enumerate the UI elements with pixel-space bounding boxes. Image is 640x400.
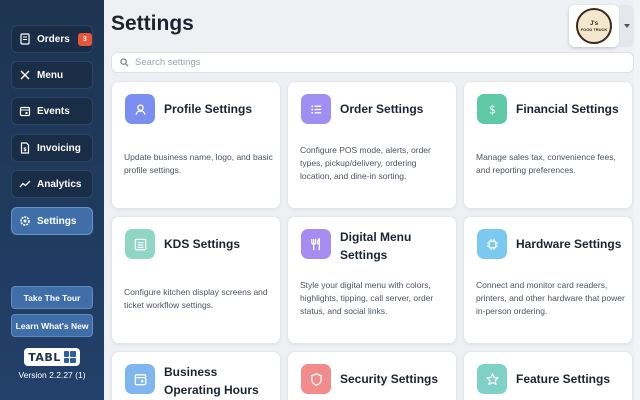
utensils-icon	[19, 69, 31, 81]
card-title: KDS Settings	[164, 237, 241, 251]
orders-badge: 3	[77, 32, 92, 46]
shield-icon	[301, 364, 331, 394]
sidebar-item-label: Events	[37, 105, 70, 117]
sidebar-item-orders[interactable]: Orders 3	[11, 25, 93, 53]
dollar-icon: $	[477, 94, 507, 124]
sidebar-item-label: Orders	[37, 33, 70, 45]
card-title: Financial Settings	[516, 102, 619, 116]
sidebar-item-settings[interactable]: Settings	[11, 207, 93, 235]
settings-card-financial[interactable]: $ Financial Settings Manage sales tax, c…	[463, 81, 633, 209]
sidebar-item-label: Menu	[37, 69, 64, 81]
search-bar	[111, 52, 634, 73]
sidebar-item-invoicing[interactable]: $ Invoicing	[11, 134, 93, 162]
settings-card-business-hours[interactable]: Business Operating Hours	[111, 351, 281, 400]
account-dropdown[interactable]	[620, 5, 634, 47]
svg-text:$: $	[23, 147, 27, 153]
settings-card-digital-menu[interactable]: Digital Menu Settings Style your digital…	[287, 216, 457, 344]
settings-card-hardware[interactable]: Hardware Settings Connect and monitor ca…	[463, 216, 633, 344]
settings-card-kds[interactable]: KDS Settings Configure kitchen display s…	[111, 216, 281, 344]
card-title: Order Settings	[340, 102, 424, 116]
card-title: Security Settings	[340, 372, 439, 386]
brand-logo-subtitle: FOOD TRUCK	[580, 26, 608, 32]
sidebar-item-events[interactable]: Events	[11, 97, 93, 125]
settings-card-feature[interactable]: Feature Settings	[463, 351, 633, 400]
analytics-icon	[19, 178, 31, 190]
user-icon	[125, 94, 155, 124]
settings-card-profile[interactable]: Profile Settings Update business name, l…	[111, 81, 281, 209]
scrollbar[interactable]	[634, 0, 640, 400]
card-title: Digital Menu Settings	[340, 230, 412, 262]
chevron-down-icon	[624, 24, 630, 28]
star-icon	[477, 364, 507, 394]
card-description: Configure POS mode, alerts, order types,…	[300, 145, 431, 181]
page-title: Settings	[111, 12, 194, 35]
chip-icon	[477, 229, 507, 259]
take-tour-button[interactable]: Take The Tour	[11, 286, 93, 309]
card-description: Connect and monitor card readers, printe…	[476, 280, 625, 316]
logo-text: TABL	[28, 350, 61, 364]
invoice-icon: $	[19, 142, 31, 154]
search-input[interactable]	[135, 57, 615, 68]
settings-card-security[interactable]: Security Settings	[287, 351, 457, 400]
sidebar-item-analytics[interactable]: Analytics	[11, 170, 93, 198]
search-icon	[120, 58, 129, 67]
sidebar-item-label: Settings	[37, 215, 77, 227]
settings-card-order[interactable]: Order Settings Configure POS mode, alert…	[287, 81, 457, 209]
gear-icon	[19, 215, 31, 227]
kds-icon	[125, 229, 155, 259]
card-title: Profile Settings	[164, 102, 253, 116]
card-title: Business Operating Hours	[164, 365, 259, 397]
card-title: Feature Settings	[516, 372, 611, 386]
tabl-logo: TABL	[24, 348, 80, 366]
card-title: Hardware Settings	[516, 237, 622, 251]
brand-logo[interactable]: J's FOOD TRUCK	[569, 5, 619, 47]
sidebar-item-menu[interactable]: Menu	[11, 61, 93, 89]
food-truck-logo-icon: J's FOOD TRUCK	[576, 8, 612, 44]
list-icon	[301, 94, 331, 124]
calendar-icon	[19, 105, 31, 117]
sidebar: Orders 3 Menu Events $ Invoicing Analyti…	[0, 0, 104, 400]
learn-whats-new-button[interactable]: Learn What's New	[11, 314, 93, 337]
card-description: Configure kitchen display screens and ti…	[124, 287, 268, 310]
orders-icon	[19, 33, 31, 45]
logo-grid-icon	[63, 351, 76, 363]
fork-knife-icon	[301, 229, 331, 259]
sidebar-item-label: Invoicing	[37, 142, 81, 154]
card-description: Manage sales tax, convenience fees, and …	[476, 152, 616, 175]
version-text: Version 2.2.27 (1)	[18, 370, 86, 380]
card-description: Update business name, logo, and basic pr…	[124, 152, 273, 175]
svg-text:$: $	[488, 103, 495, 116]
card-description: Style your digital menu with colors, hig…	[300, 280, 434, 316]
calendar-clock-icon	[125, 364, 155, 394]
sidebar-item-label: Analytics	[37, 178, 82, 190]
